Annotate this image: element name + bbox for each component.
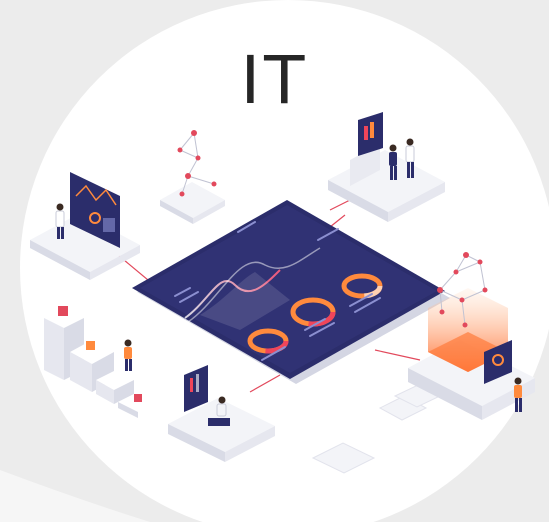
page-title: IT — [240, 42, 309, 119]
person-engineer — [514, 377, 522, 412]
person-analyst — [55, 203, 65, 239]
person-standing — [124, 339, 132, 371]
